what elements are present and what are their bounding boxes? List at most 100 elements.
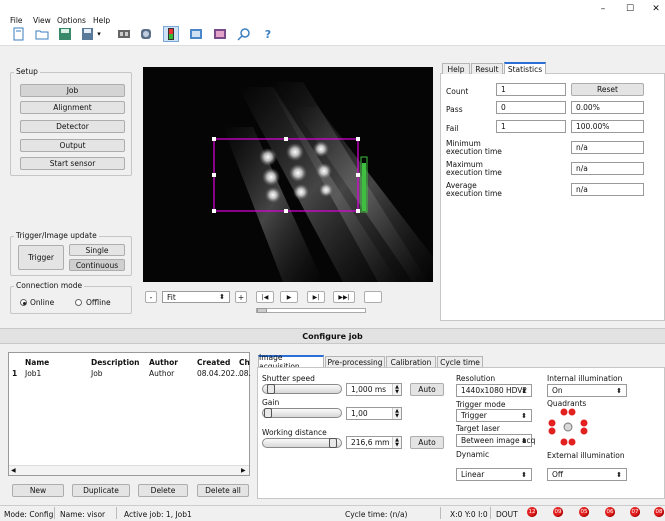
- shutter-input[interactable]: 1,000 ms ▲ ▼: [346, 383, 402, 396]
- sensor-icon[interactable]: [138, 26, 154, 42]
- first-frame-button[interactable]: |◀: [256, 291, 274, 303]
- spin-arrows-icon[interactable]: ▲ ▼: [392, 384, 401, 395]
- row-description: Job: [91, 369, 103, 378]
- gain-thumb[interactable]: [264, 408, 272, 418]
- shutter-thumb[interactable]: [267, 384, 276, 394]
- start-sensor-button[interactable]: Start sensor: [20, 157, 125, 170]
- min-time-label: Minimum execution time: [446, 139, 502, 156]
- internal-illumination-value: On: [552, 386, 563, 395]
- scroll-left-icon[interactable]: ◀: [11, 467, 16, 474]
- internal-illumination-select[interactable]: On ⬍: [547, 384, 627, 397]
- dout-led-09: 09: [553, 507, 563, 517]
- tab-cycle-time[interactable]: Cycle time: [437, 356, 483, 367]
- alignment-button[interactable]: Alignment: [20, 101, 125, 114]
- last-frame-button[interactable]: ▶▶|: [333, 291, 355, 303]
- setup-title: Setup: [14, 67, 40, 76]
- external-illumination-value: Off: [552, 470, 564, 479]
- shutter-auto-button[interactable]: Auto: [410, 383, 444, 396]
- help-icon[interactable]: ?: [260, 26, 276, 42]
- online-radio[interactable]: [20, 299, 27, 306]
- status-dout: DOUT: [496, 510, 518, 519]
- zoom-select[interactable]: Fit ⬍: [162, 291, 230, 303]
- updown-arrow-icon: ⬍: [521, 386, 527, 395]
- target-laser-select[interactable]: Between image acq ⬍: [456, 434, 535, 447]
- film-strip-icon[interactable]: [116, 26, 132, 42]
- tab-calibration[interactable]: Calibration: [386, 356, 436, 367]
- zoom-out-button[interactable]: -: [145, 291, 157, 303]
- col-ch[interactable]: Ch: [239, 358, 250, 367]
- status-mode: Mode: Config: [4, 510, 54, 519]
- image-view-icon[interactable]: [188, 26, 204, 42]
- tab-help[interactable]: Help: [442, 63, 470, 74]
- image-viewer[interactable]: [143, 67, 433, 282]
- shutter-value: 1,000 ms: [351, 385, 387, 394]
- offline-radio[interactable]: [75, 299, 82, 306]
- traffic-light-icon[interactable]: [163, 26, 179, 42]
- frame-indicator: [364, 291, 382, 303]
- jobs-table-header: Name Description Author Created Ch: [9, 353, 250, 367]
- new-file-icon[interactable]: [10, 26, 26, 42]
- fail-label: Fail: [446, 124, 459, 133]
- col-name[interactable]: Name: [25, 358, 49, 367]
- quadrants-control[interactable]: [547, 407, 593, 451]
- external-illumination-select[interactable]: Off ⬍: [547, 468, 627, 481]
- single-button[interactable]: Single: [69, 244, 125, 256]
- table-row[interactable]: 1 Job1 Job Author 08.04.202... 08.: [9, 369, 251, 379]
- scroll-right-icon[interactable]: ▶: [241, 467, 246, 474]
- play-button[interactable]: ▶: [280, 291, 298, 303]
- working-distance-auto-button[interactable]: Auto: [410, 436, 444, 449]
- online-label: Online: [30, 298, 55, 307]
- dynamic-select[interactable]: Linear ⬍: [456, 468, 532, 481]
- tab-image-acquisition[interactable]: Image acquisition: [258, 353, 324, 371]
- shutter-slider[interactable]: [262, 384, 342, 394]
- working-distance-value: 216,6 mm: [351, 438, 390, 447]
- working-distance-input[interactable]: 216,6 mm ▲ ▼: [346, 436, 402, 449]
- tab-result[interactable]: Result: [471, 63, 503, 74]
- gain-input[interactable]: 1,00 ▲ ▼: [346, 407, 402, 420]
- spin-arrows-icon[interactable]: ▲ ▼: [392, 408, 401, 419]
- horizontal-scrollbar[interactable]: ◀ ▶: [9, 465, 249, 475]
- trigger-group-title: Trigger/Image update: [14, 231, 99, 240]
- gain-slider[interactable]: [262, 408, 342, 418]
- continuous-button[interactable]: Continuous: [69, 259, 125, 271]
- zoom-in-button[interactable]: +: [235, 291, 247, 303]
- output-button[interactable]: Output: [20, 139, 125, 152]
- updown-arrow-icon: ⬍: [616, 386, 622, 395]
- job-button[interactable]: Job: [20, 84, 125, 97]
- working-distance-thumb[interactable]: [328, 438, 337, 448]
- gain-label: Gain: [262, 398, 280, 407]
- frame-slider[interactable]: [256, 308, 366, 313]
- row-index: 1: [12, 369, 18, 378]
- save-icon[interactable]: [57, 26, 73, 42]
- count-field: 1: [496, 83, 566, 96]
- col-description[interactable]: Description: [91, 358, 140, 367]
- col-author[interactable]: Author: [149, 358, 178, 367]
- spin-arrows-icon[interactable]: ▲ ▼: [392, 437, 401, 448]
- working-distance-slider[interactable]: [262, 438, 342, 448]
- tab-pre-processing[interactable]: Pre-processing: [325, 356, 385, 367]
- new-job-button[interactable]: New: [12, 484, 64, 497]
- resolution-select[interactable]: 1440x1080 HDV2 ⬍: [456, 384, 532, 397]
- reset-button[interactable]: Reset: [571, 83, 644, 96]
- zoom-icon[interactable]: [236, 26, 252, 42]
- record-icon[interactable]: [212, 26, 228, 42]
- save-to-sensor-icon[interactable]: [80, 26, 96, 42]
- detector-button[interactable]: Detector: [20, 120, 125, 133]
- trigger-mode-label: Trigger mode: [456, 400, 506, 409]
- trigger-button[interactable]: Trigger: [18, 245, 64, 270]
- row-ch: 08.: [239, 369, 251, 378]
- avg-time-field: n/a: [571, 183, 644, 196]
- dynamic-value: Linear: [461, 470, 485, 479]
- col-created[interactable]: Created: [197, 358, 230, 367]
- duplicate-job-button[interactable]: Duplicate: [72, 484, 130, 497]
- camera-image: [212, 82, 433, 282]
- row-created: 08.04.202...: [197, 369, 243, 378]
- tab-statistics[interactable]: Statistics: [504, 62, 546, 74]
- trigger-mode-select[interactable]: Trigger ⬍: [456, 409, 532, 422]
- max-time-field: n/a: [571, 162, 644, 175]
- dropdown-arrow-icon[interactable]: ▾: [95, 26, 103, 42]
- delete-job-button[interactable]: Delete: [138, 484, 188, 497]
- delete-all-button[interactable]: Delete all: [197, 484, 249, 497]
- next-frame-button[interactable]: ▶|: [307, 291, 325, 303]
- open-folder-icon[interactable]: [34, 26, 50, 42]
